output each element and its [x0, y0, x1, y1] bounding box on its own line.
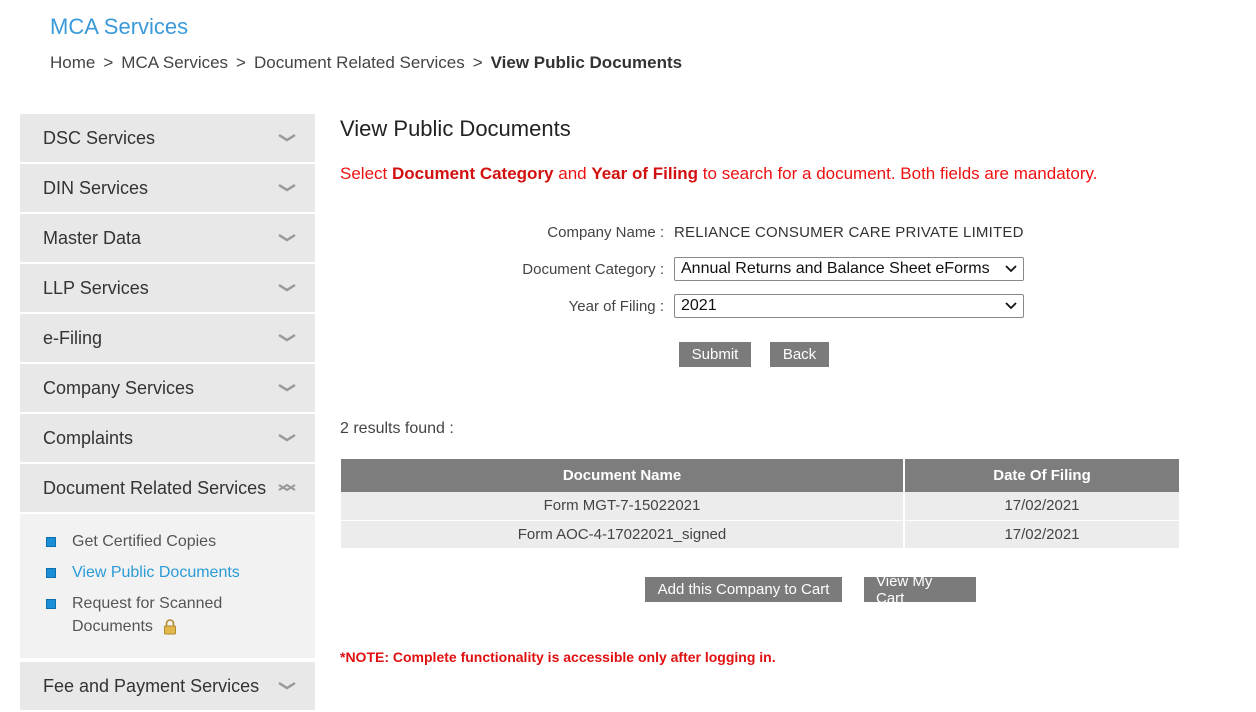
breadcrumb-mca-services[interactable]: MCA Services	[121, 53, 228, 73]
submenu-item-label: Get Certified Copies	[72, 533, 217, 550]
submenu-item-label: View Public Documents	[72, 564, 240, 581]
sidebar-item-label: Fee and Payment Services	[43, 675, 260, 696]
documents-table: Document Name Date Of Filing Form MGT-7-…	[341, 459, 1181, 549]
sidebar-item-document-related-services[interactable]: Document Related Services	[20, 464, 315, 512]
column-header-document-name: Document Name	[341, 459, 905, 492]
chevron-down-icon	[278, 133, 296, 142]
section-title: View Public Documents	[340, 116, 571, 141]
company-name-label: Company Name :	[547, 224, 664, 241]
sidebar-nav: DSC Services DIN Services Master Data LL…	[20, 114, 315, 712]
sidebar-item-company-services[interactable]: Company Services	[20, 364, 315, 412]
chevron-down-icon	[278, 183, 296, 192]
chevron-down-icon	[278, 283, 296, 292]
sidebar-item-fee-payment-services[interactable]: Fee and Payment Services	[20, 662, 315, 710]
chevron-down-icon	[278, 383, 296, 392]
breadcrumb-separator: >	[472, 53, 483, 72]
year-of-filing-row: Year of Filing : 2021	[340, 294, 1024, 318]
bullet-icon	[46, 568, 56, 578]
breadcrumb-current: View Public Documents	[490, 53, 683, 72]
year-of-filing-label: Year of Filing :	[568, 297, 664, 315]
document-category-label: Document Category :	[522, 260, 664, 278]
sidebar-item-label: DIN Services	[43, 177, 149, 198]
sidebar-item-dsc-services[interactable]: DSC Services	[20, 114, 315, 162]
results-count: 2 results found :	[340, 420, 454, 437]
year-of-filing-select[interactable]: 2021	[674, 294, 1024, 318]
sidebar-item-label: Complaints	[43, 427, 134, 448]
sidebar-item-label: e-Filing	[43, 327, 103, 348]
table-row: Form AOC-4-17022021_signed 17/02/2021	[341, 520, 1181, 549]
sidebar-item-llp-services[interactable]: LLP Services	[20, 264, 315, 312]
page-title: MCA Services	[50, 14, 189, 39]
date-of-filing-cell: 17/02/2021	[904, 520, 1181, 549]
chevron-up-icon	[278, 483, 296, 492]
login-note: *NOTE: Complete functionality is accessi…	[340, 649, 776, 665]
breadcrumb: Home > MCA Services > Document Related S…	[50, 53, 682, 73]
add-company-to-cart-button[interactable]: Add this Company to Cart	[645, 577, 842, 602]
submenu-item-request-scanned-documents[interactable]: Request for Scanned Documents	[20, 588, 315, 642]
chevron-down-icon	[1005, 302, 1017, 310]
document-category-select[interactable]: Annual Returns and Balance Sheet eForms	[674, 257, 1024, 281]
submenu-item-view-public-documents[interactable]: View Public Documents	[20, 557, 315, 588]
sidebar-item-label: Document Related Services	[43, 477, 267, 498]
sidebar-item-label: LLP Services	[43, 277, 149, 298]
breadcrumb-home[interactable]: Home	[50, 53, 95, 73]
bullet-icon	[46, 599, 56, 609]
sidebar-item-label: Master Data	[43, 227, 142, 248]
chevron-down-icon	[1005, 265, 1017, 273]
submenu-item-label: Request for Scanned Documents	[72, 595, 223, 635]
submit-button[interactable]: Submit	[679, 342, 751, 367]
chevron-down-icon	[278, 681, 296, 690]
document-category-row: Document Category : Annual Returns and B…	[340, 257, 1024, 281]
instruction-text: Select Document Category and Year of Fil…	[340, 164, 1098, 183]
date-of-filing-cell: 17/02/2021	[904, 492, 1181, 521]
submenu-item-get-certified-copies[interactable]: Get Certified Copies	[20, 526, 315, 557]
chevron-down-icon	[278, 433, 296, 442]
breadcrumb-separator: >	[103, 53, 114, 72]
sidebar-item-label: Company Services	[43, 377, 195, 398]
back-button[interactable]: Back	[770, 342, 829, 367]
table-row: Form MGT-7-15022021 17/02/2021	[341, 492, 1181, 521]
sidebar-item-master-data[interactable]: Master Data	[20, 214, 315, 262]
sidebar-item-complaints[interactable]: Complaints	[20, 414, 315, 462]
breadcrumb-separator: >	[236, 53, 246, 72]
chevron-down-icon	[278, 233, 296, 242]
column-header-date-of-filing: Date Of Filing	[904, 459, 1181, 492]
sidebar-item-e-filing[interactable]: e-Filing	[20, 314, 315, 362]
company-name-value: RELIANCE CONSUMER CARE PRIVATE LIMITED	[674, 224, 1024, 241]
lock-icon	[164, 618, 177, 635]
sidebar-item-label: DSC Services	[43, 127, 156, 148]
chevron-down-icon	[278, 333, 296, 342]
sidebar-item-din-services[interactable]: DIN Services	[20, 164, 315, 212]
bullet-icon	[46, 537, 56, 547]
view-my-cart-button[interactable]: View My Cart	[864, 573, 976, 607]
document-name-cell[interactable]: Form MGT-7-15022021	[341, 492, 905, 521]
table-header-row: Document Name Date Of Filing	[341, 459, 1181, 492]
submenu-document-related-services: Get Certified Copies View Public Documen…	[20, 514, 315, 658]
company-name-row: Company Name : RELIANCE CONSUMER CARE PR…	[340, 224, 1024, 241]
document-name-cell[interactable]: Form AOC-4-17022021_signed	[341, 520, 905, 549]
breadcrumb-document-related-services[interactable]: Document Related Services	[254, 53, 465, 73]
